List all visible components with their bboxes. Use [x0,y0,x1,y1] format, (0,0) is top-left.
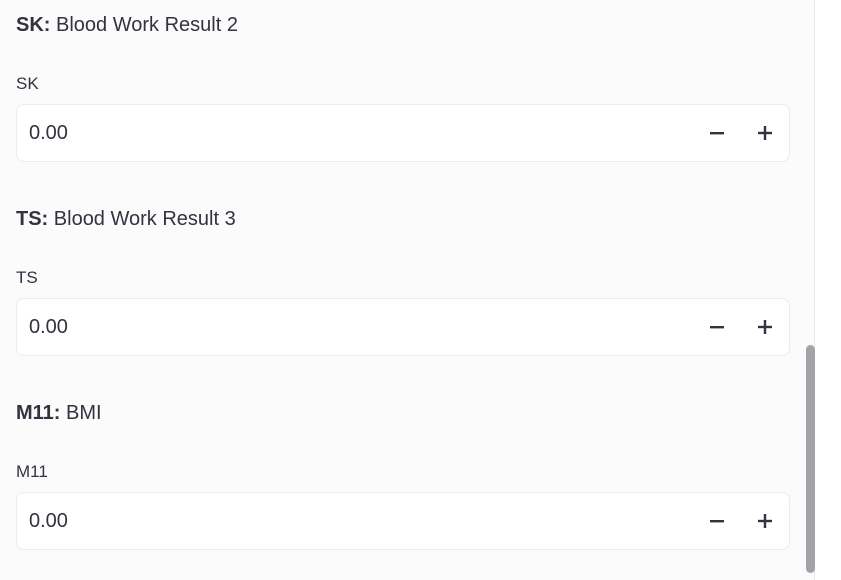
field-heading-ts: TS: Blood Work Result 3 [16,206,236,232]
increment-button[interactable] [741,299,789,355]
minus-icon [710,132,724,135]
plus-icon [758,126,772,140]
decrement-button[interactable] [693,493,741,549]
field-heading-m11: M11: BMI [16,400,102,426]
scrollbar-thumb[interactable] [806,345,815,573]
field-code: M11: [16,402,61,424]
field-heading-sk: SK: Blood Work Result 2 [16,12,238,38]
increment-button[interactable] [741,105,789,161]
number-input-value[interactable]: 0.00 [17,510,693,533]
field-description: BMI [66,402,102,424]
field-label-sk: SK [16,74,39,93]
field-label-m11: M11 [16,462,48,481]
number-input-m11[interactable]: 0.00 [16,492,790,550]
minus-icon [710,520,724,523]
decrement-button[interactable] [693,299,741,355]
field-label-ts: TS [16,268,38,287]
minus-icon [710,326,724,329]
number-input-ts[interactable]: 0.00 [16,298,790,356]
increment-button[interactable] [741,493,789,549]
scrollbar-track[interactable] [816,0,841,580]
number-input-value[interactable]: 0.00 [17,122,693,145]
plus-icon [758,514,772,528]
number-input-value[interactable]: 0.00 [17,316,693,339]
field-code: SK: [16,14,51,36]
number-input-sk[interactable]: 0.00 [16,104,790,162]
field-description: Blood Work Result 2 [56,14,238,36]
plus-icon [758,320,772,334]
field-code: TS: [16,208,49,230]
decrement-button[interactable] [693,105,741,161]
sidebar-panel: SK: Blood Work Result 2 SK 0.00 TS: Bloo… [0,0,815,580]
field-description: Blood Work Result 3 [53,208,236,230]
